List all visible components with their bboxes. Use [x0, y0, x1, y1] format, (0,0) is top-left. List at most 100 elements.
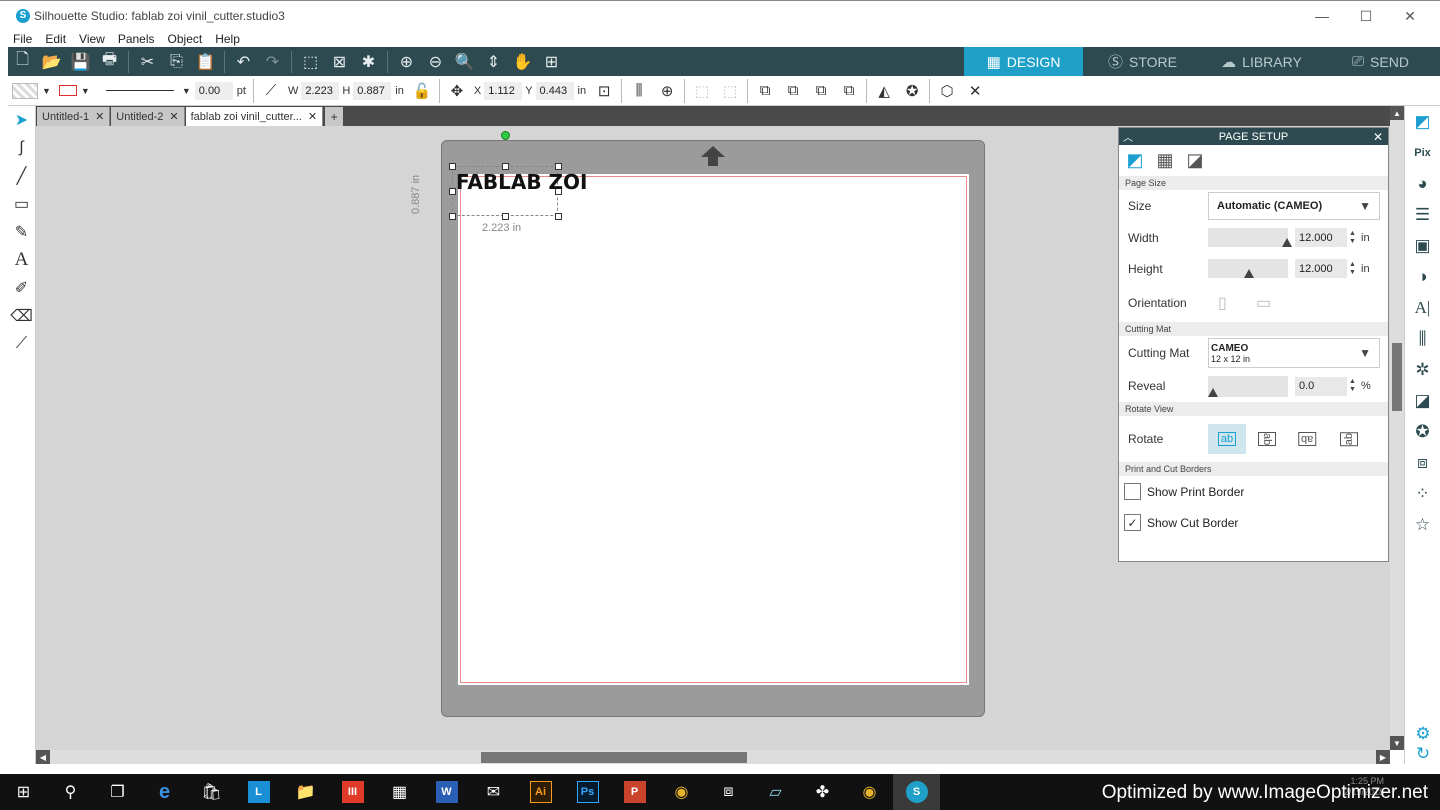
height-input[interactable]: 12.000 — [1295, 259, 1347, 278]
pixscan-icon[interactable]: Pix — [1405, 137, 1440, 168]
tab-store[interactable]: Ⓢ STORE — [1083, 47, 1202, 76]
height-slider[interactable] — [1208, 259, 1288, 278]
scroll-right-icon[interactable]: ▶ — [1376, 750, 1390, 764]
ungroup-icon[interactable]: ⬚ — [716, 82, 744, 100]
width-input[interactable]: 2.223 — [301, 81, 340, 100]
resize-handle[interactable] — [449, 213, 456, 220]
text-tool-icon[interactable]: A — [8, 246, 35, 274]
show-cut-border-row[interactable]: ✓ Show Cut Border — [1119, 507, 1388, 538]
edge-browser-icon[interactable]: e — [141, 774, 188, 810]
resize-handle[interactable] — [502, 163, 509, 170]
width-input[interactable]: 12.000 — [1295, 228, 1347, 247]
show-cut-border-checkbox[interactable]: ✓ — [1124, 514, 1141, 531]
store-bag-icon[interactable]: 🛍 — [188, 774, 235, 810]
fit-window-icon[interactable]: ⊞ — [537, 47, 566, 76]
resize-handle[interactable] — [555, 163, 562, 170]
bring-to-front-icon[interactable]: ⧉ — [751, 82, 779, 99]
horizontal-scrollbar[interactable]: ◀ ▶ — [36, 750, 1390, 764]
align-icon[interactable]: ⫼ — [625, 82, 653, 99]
minimize-button[interactable]: — — [1300, 1, 1344, 31]
center-page-icon[interactable]: ⊕ — [653, 82, 681, 100]
calculator-icon[interactable]: ▦ — [376, 774, 423, 810]
width-slider[interactable] — [1208, 228, 1292, 247]
redo-icon[interactable]: ↷ — [258, 47, 287, 76]
illustrator-icon[interactable]: Ai — [517, 774, 564, 810]
zoom-out-icon[interactable]: ⊖ — [421, 47, 450, 76]
page-setup-tab-icon[interactable]: ◩ — [1125, 150, 1145, 171]
bring-forward-icon[interactable]: ⧉ — [779, 82, 807, 99]
task-view-icon[interactable]: ❐ — [94, 774, 141, 810]
3d-box-icon[interactable]: ⬡ — [933, 82, 961, 100]
word-icon[interactable]: W — [423, 774, 470, 810]
slider-knob[interactable] — [1244, 269, 1254, 278]
cutting-mat-dropdown[interactable]: CAMEO 12 x 12 in ▼ — [1208, 338, 1380, 368]
spinner-arrows-icon[interactable]: ▲ ▼ — [1349, 261, 1356, 277]
replicate-icon[interactable]: ✲ — [1405, 354, 1440, 385]
modify-icon[interactable]: ◪ — [1405, 385, 1440, 416]
lock-aspect-icon[interactable]: 🔓 — [408, 82, 436, 100]
offset-icon[interactable]: ✪ — [1405, 416, 1440, 447]
line-style-icon[interactable]: ☰ — [1405, 199, 1440, 230]
menu-edit[interactable]: Edit — [45, 32, 66, 46]
doc-tab-fablab-zoi[interactable]: fablab zoi vinil_cutter... ✕ — [185, 107, 324, 126]
doc-tab-untitled-1[interactable]: Untitled-1 ✕ — [37, 107, 111, 126]
mail-icon[interactable]: ✉ — [470, 774, 517, 810]
resize-handle[interactable] — [449, 188, 456, 195]
close-icon[interactable]: ✕ — [1373, 130, 1383, 144]
resize-diagonal-icon[interactable]: ⟋ — [257, 82, 285, 99]
select-all-icon[interactable]: ⬚ — [296, 47, 325, 76]
copy-icon[interactable]: ⎘ — [162, 47, 191, 76]
delete-x-icon[interactable]: ✕ — [961, 82, 989, 100]
close-window-button[interactable]: ✕ — [1388, 1, 1432, 31]
vertical-scrollbar[interactable]: ▲ ▼ — [1390, 106, 1404, 750]
eraser-fill-icon[interactable]: ◭ — [870, 82, 898, 100]
rotate-90-button[interactable]: ab — [1248, 424, 1286, 454]
close-icon[interactable]: ✕ — [169, 110, 178, 123]
undo-icon[interactable]: ↶ — [229, 47, 258, 76]
scroll-thumb[interactable] — [481, 752, 747, 763]
zoom-select-icon[interactable]: 🔍 — [450, 47, 479, 76]
app-window-icon[interactable]: ⧈ — [705, 774, 752, 810]
transform-icon[interactable]: ⫼ — [1405, 323, 1440, 354]
menu-view[interactable]: View — [79, 32, 105, 46]
scroll-up-icon[interactable]: ▲ — [1390, 106, 1404, 120]
send-backward-icon[interactable]: ⧉ — [807, 82, 835, 99]
file-explorer-icon[interactable]: 📁 — [282, 774, 329, 810]
menu-panels[interactable]: Panels — [118, 32, 155, 46]
add-tab-button[interactable]: + — [325, 107, 344, 126]
group-icon[interactable]: ⬚ — [688, 82, 716, 100]
sketch-icon[interactable]: ⁘ — [1405, 478, 1440, 509]
line-color-dropdown[interactable]: ▼ — [55, 76, 94, 106]
open-folder-icon[interactable]: 📂 — [37, 47, 66, 76]
spinner-arrows-icon[interactable]: ▲ ▼ — [1349, 378, 1356, 394]
tab-send[interactable]: ⎚ SEND — [1321, 47, 1440, 76]
select-arrow-icon[interactable]: ➤ — [8, 106, 35, 134]
cut-icon[interactable]: ✂ — [133, 47, 162, 76]
rotate-270-button[interactable]: ab — [1330, 424, 1368, 454]
new-file-icon[interactable]: 🗋 — [8, 47, 37, 76]
resize-handle[interactable] — [502, 213, 509, 220]
search-icon[interactable]: ⚲ — [47, 774, 94, 810]
fill-color-palette-icon[interactable]: ◕ — [1405, 168, 1440, 199]
line-width-input[interactable]: 0.00 — [194, 81, 233, 100]
rotate-0-button[interactable]: ab — [1208, 424, 1246, 454]
resize-handle[interactable] — [449, 163, 456, 170]
photoshop-icon[interactable]: Ps — [564, 774, 611, 810]
rotate-180-button[interactable]: ab — [1288, 424, 1326, 454]
maximize-button[interactable]: ☐ — [1344, 1, 1388, 31]
height-input[interactable]: 0.887 — [353, 81, 392, 100]
sync-icon[interactable]: ↻ — [1405, 738, 1440, 769]
trace-icon[interactable]: ⧈ — [1405, 447, 1440, 478]
powerpoint-icon[interactable]: P — [611, 774, 658, 810]
scroll-left-icon[interactable]: ◀ — [36, 750, 50, 764]
notepad-icon[interactable]: ▱ — [752, 774, 799, 810]
line-tool-icon[interactable]: ╱ — [8, 162, 35, 190]
move-arrows-icon[interactable]: ✥ — [443, 82, 471, 100]
y-position-input[interactable]: 0.443 — [535, 81, 574, 100]
close-icon[interactable]: ✕ — [95, 110, 104, 123]
portrait-icon[interactable]: ▯ — [1218, 293, 1227, 313]
scroll-thumb[interactable] — [1392, 343, 1402, 411]
mat-tab-icon[interactable]: ◪ — [1185, 150, 1205, 171]
red-app-icon[interactable]: III — [329, 774, 376, 810]
start-windows-icon[interactable]: ⊞ — [0, 774, 47, 810]
